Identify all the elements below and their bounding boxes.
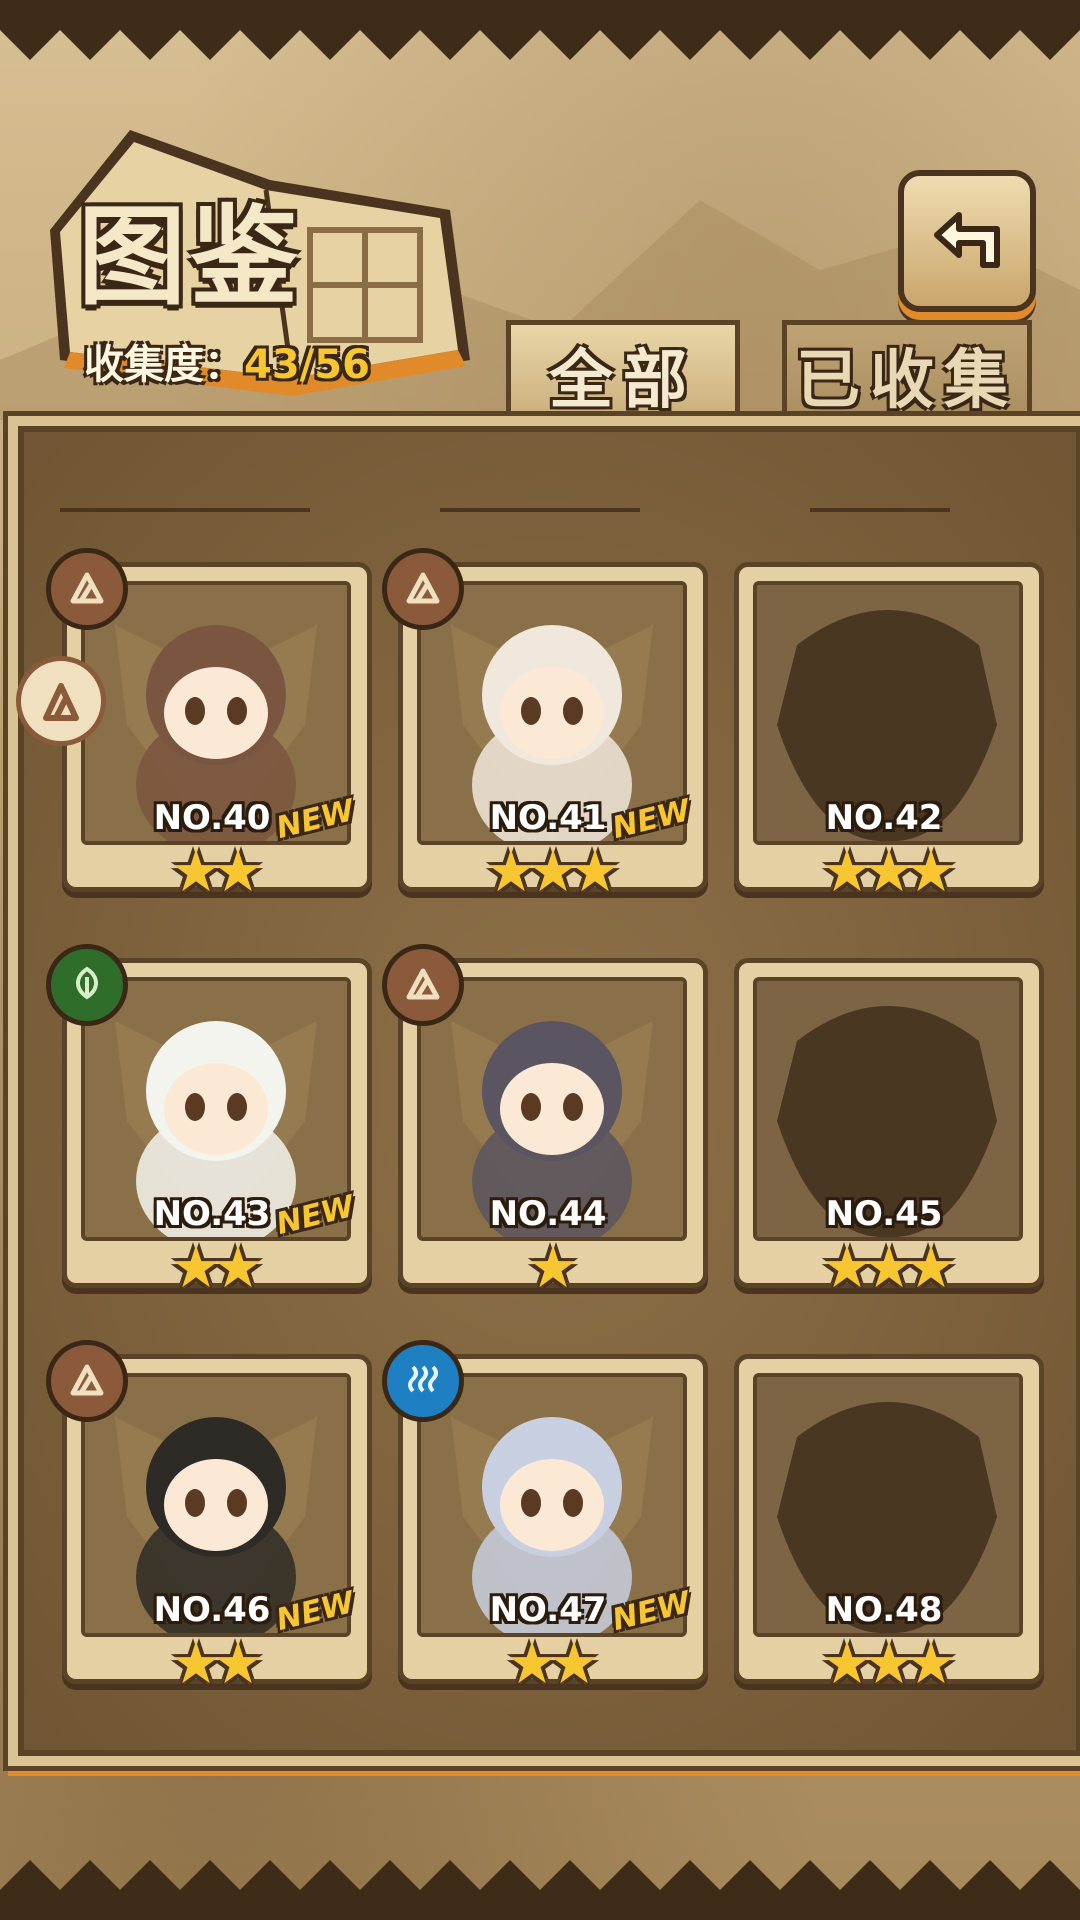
creature-card[interactable]: NO.42 ★★★ — [734, 562, 1044, 900]
creature-card[interactable]: NO.43 NEW ★★ — [46, 944, 372, 1296]
element-badge — [382, 944, 464, 1026]
star-rating: ★★★ — [485, 837, 621, 905]
element-badge — [46, 1340, 128, 1422]
creature-card[interactable]: NO.47 NEW ★★ — [382, 1340, 708, 1692]
collection-value: 43/56 — [244, 342, 370, 388]
earth-element-icon — [67, 567, 107, 611]
divider — [60, 508, 310, 512]
tab-collected[interactable]: 已收集 — [782, 320, 1032, 425]
earth-element-icon — [403, 567, 443, 611]
card-number: NO.45 — [825, 1194, 943, 1234]
creature-card[interactable]: NO.46 NEW ★★ — [46, 1340, 372, 1692]
earth-element-icon — [43, 683, 79, 721]
earth-element-icon — [403, 963, 443, 1007]
divider — [440, 508, 640, 512]
side-earth-badge[interactable] — [16, 656, 106, 746]
creature-card[interactable]: NO.48 ★★★ — [734, 1354, 1044, 1692]
card-number: NO.44 — [489, 1194, 607, 1234]
grass-element-icon — [67, 963, 107, 1007]
tab-all[interactable]: 全部 — [506, 320, 740, 425]
element-badge — [46, 548, 128, 630]
element-badge — [382, 1340, 464, 1422]
star-rating: ★ — [527, 1233, 579, 1301]
water-element-icon — [403, 1359, 443, 1403]
earth-element-icon — [67, 1359, 107, 1403]
star-rating: ★★ — [506, 1629, 600, 1697]
card-number: NO.42 — [825, 798, 943, 838]
star-rating: ★★ — [170, 1629, 264, 1697]
star-rating: ★★ — [170, 837, 264, 905]
creature-card[interactable]: NO.41 NEW ★★★ — [382, 548, 708, 900]
creature-card[interactable]: NO.44 ★ — [382, 944, 708, 1296]
top-zigzag-border — [0, 0, 1080, 60]
star-rating: ★★ — [170, 1233, 264, 1301]
card-number: NO.48 — [825, 1590, 943, 1630]
collection-label: 收集度： — [84, 342, 244, 388]
collection-progress: 收集度：43/56 — [84, 332, 370, 390]
back-button[interactable] — [898, 170, 1036, 312]
divider — [810, 508, 950, 512]
page-title: 图鉴 — [78, 195, 303, 320]
bottom-zigzag-border — [0, 1860, 1080, 1920]
creature-card[interactable]: NO.45 ★★★ — [734, 958, 1044, 1296]
element-badge — [46, 944, 128, 1026]
element-badge — [382, 548, 464, 630]
back-arrow-icon — [934, 212, 1000, 268]
creature-card[interactable]: NO.40 NEW ★★ — [46, 548, 372, 900]
star-rating: ★★★ — [821, 837, 957, 905]
star-rating: ★★★ — [821, 1629, 957, 1697]
star-rating: ★★★ — [821, 1233, 957, 1301]
